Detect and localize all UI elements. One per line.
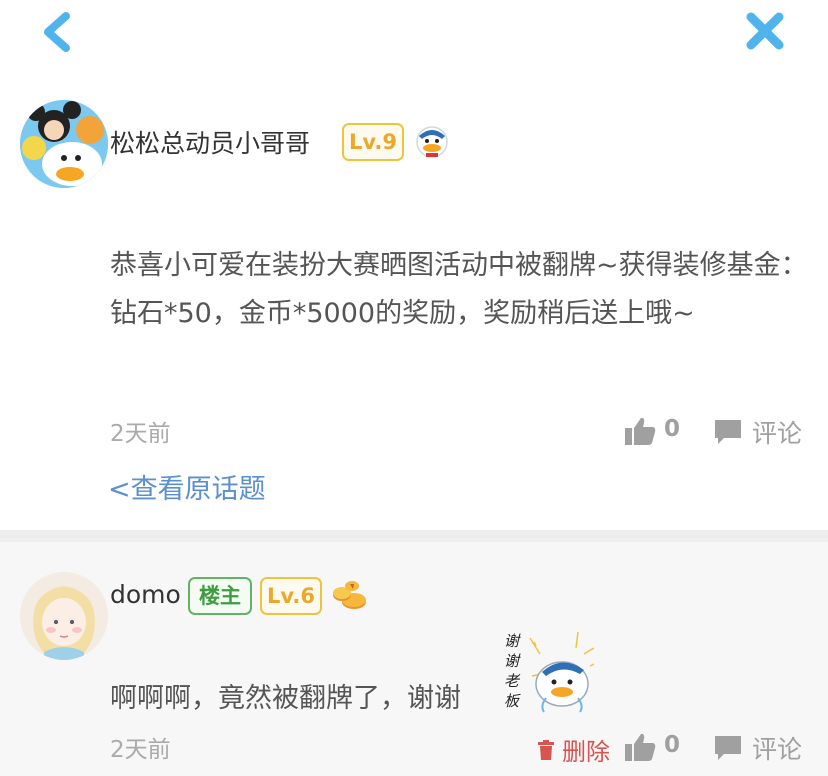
donald-duck-icon — [416, 126, 448, 158]
comment-button[interactable]: 评论 — [752, 730, 802, 766]
thank-you-sticker: 谢 谢 老 板 — [500, 626, 596, 716]
like-count: 0 — [664, 732, 681, 758]
level-badge: Lv.9 — [342, 123, 404, 161]
level-badge: Lv.6 — [260, 577, 322, 615]
original-post: 松松总动员小哥哥 Lv.9 恭喜小可爱在装扮大赛晒图活动中被翻牌~获得装修基金：… — [0, 90, 828, 530]
donald-sticker-icon: 谢 谢 老 板 — [504, 631, 595, 713]
svg-text:老: 老 — [504, 672, 521, 690]
delete-button[interactable]: 删除 — [538, 732, 610, 767]
close-icon — [746, 12, 784, 50]
thumbs-up-icon[interactable] — [624, 416, 656, 446]
avatar[interactable] — [20, 100, 108, 188]
trash-icon — [538, 739, 554, 760]
close-button[interactable] — [742, 8, 788, 54]
post-text: 恭喜小可爱在装扮大赛晒图活动中被翻牌~获得装修基金：钻石*50，金币*5000的… — [110, 250, 808, 329]
post-time: 2天前 — [110, 421, 171, 447]
reply-time: 2天前 — [110, 737, 171, 763]
comment-button[interactable]: 评论 — [752, 414, 802, 450]
reply-text: 啊啊啊，竟然被翻牌了，谢谢 — [110, 683, 461, 714]
avatar-image-icon — [20, 100, 108, 188]
top-bar — [0, 0, 828, 70]
back-button[interactable] — [38, 10, 80, 54]
gold-coins-icon — [333, 581, 366, 609]
delete-label: 删除 — [562, 738, 610, 766]
like-count: 0 — [664, 416, 681, 442]
svg-text:谢: 谢 — [504, 652, 521, 670]
host-badge: 楼主 — [188, 577, 252, 615]
comment-icon[interactable] — [714, 735, 742, 761]
svg-text:板: 板 — [504, 692, 521, 710]
thumbs-up-icon[interactable] — [624, 732, 656, 762]
svg-text:谢: 谢 — [504, 632, 521, 650]
post-username[interactable]: 松松总动员小哥哥 — [110, 124, 310, 160]
back-icon — [44, 12, 70, 52]
view-original-topic-link[interactable]: <查看原话题 — [108, 467, 266, 506]
avatar-image-icon — [20, 572, 108, 660]
reply-item: domo 楼主 Lv.6 啊啊啊，竟然被翻牌了，谢谢 谢 谢 老 板 2天前 删… — [0, 542, 828, 776]
avatar[interactable] — [20, 572, 108, 660]
section-divider — [0, 530, 828, 542]
comment-icon[interactable] — [714, 419, 742, 445]
reply-username[interactable]: domo — [110, 580, 181, 609]
